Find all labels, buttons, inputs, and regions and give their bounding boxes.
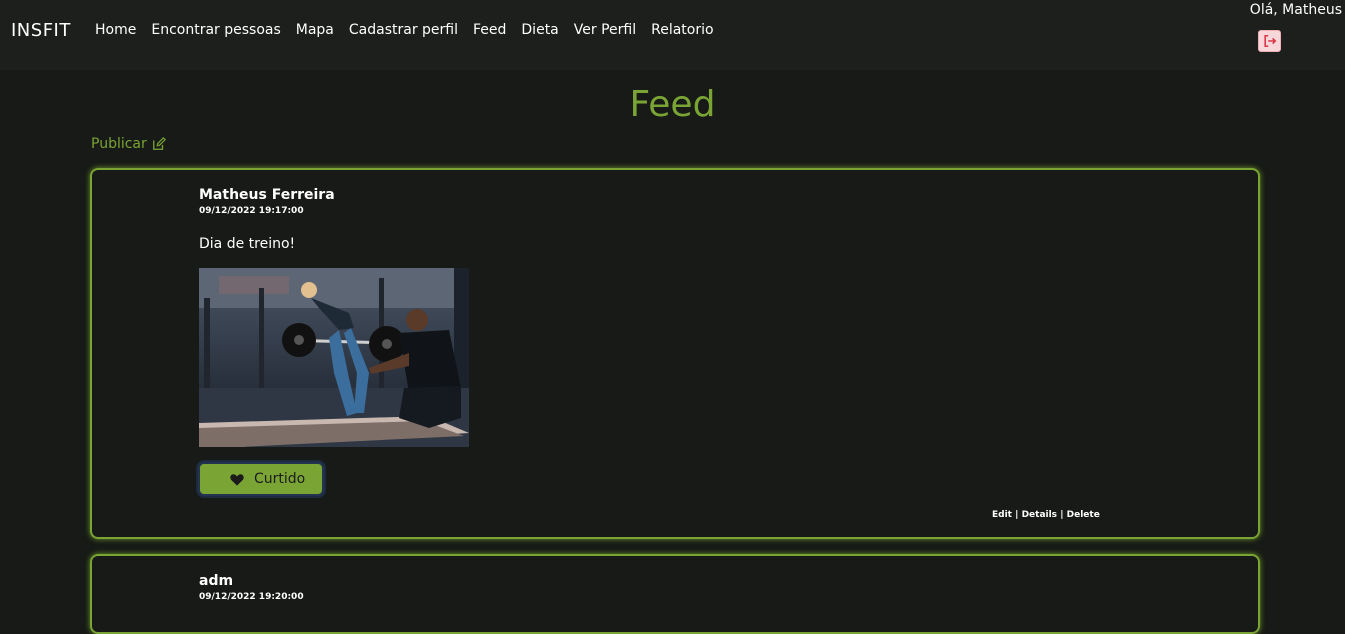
nav-map[interactable]: Mapa — [296, 22, 334, 38]
logout-icon — [1263, 34, 1276, 48]
edit-icon — [152, 137, 166, 150]
post-actions: Edit | Details | Delete — [992, 510, 1100, 520]
user-greeting: Olá, Matheus — [1249, 2, 1342, 18]
action-separator: | — [1015, 510, 1019, 520]
post-date: 09/12/2022 19:17:00 — [199, 206, 304, 216]
logout-button[interactable] — [1258, 30, 1281, 52]
post-author: Matheus Ferreira — [199, 187, 335, 203]
post-author: adm — [199, 573, 234, 589]
brand-logo[interactable]: INSFIT — [11, 20, 71, 41]
nav-diet[interactable]: Dieta — [521, 22, 558, 38]
nav-links: Home Encontrar pessoas Mapa Cadastrar pe… — [95, 22, 729, 38]
publish-link[interactable]: Publicar — [91, 136, 166, 152]
heart-icon — [230, 473, 244, 486]
details-link[interactable]: Details — [1022, 510, 1057, 520]
post-date: 09/12/2022 19:20:00 — [199, 592, 304, 602]
nav-find-people[interactable]: Encontrar pessoas — [151, 22, 280, 38]
action-separator: | — [1060, 510, 1064, 520]
nav-report[interactable]: Relatorio — [651, 22, 713, 38]
publish-label: Publicar — [91, 136, 147, 152]
delete-link[interactable]: Delete — [1067, 510, 1100, 520]
nav-view-profile[interactable]: Ver Perfil — [574, 22, 636, 38]
post-card: adm 09/12/2022 19:20:00 — [90, 554, 1260, 634]
post-image — [199, 268, 469, 447]
post-text: Dia de treino! — [199, 236, 296, 252]
navbar: INSFIT Home Encontrar pessoas Mapa Cadas… — [0, 0, 1345, 70]
like-label: Curtido — [254, 471, 306, 487]
nav-home[interactable]: Home — [95, 22, 136, 38]
nav-register-profile[interactable]: Cadastrar perfil — [349, 22, 458, 38]
edit-link[interactable]: Edit — [992, 510, 1012, 520]
nav-feed[interactable]: Feed — [473, 22, 506, 38]
page-title: Feed — [629, 84, 716, 125]
like-button[interactable]: Curtido — [198, 462, 324, 496]
post-card: Matheus Ferreira 09/12/2022 19:17:00 Dia… — [90, 168, 1260, 539]
